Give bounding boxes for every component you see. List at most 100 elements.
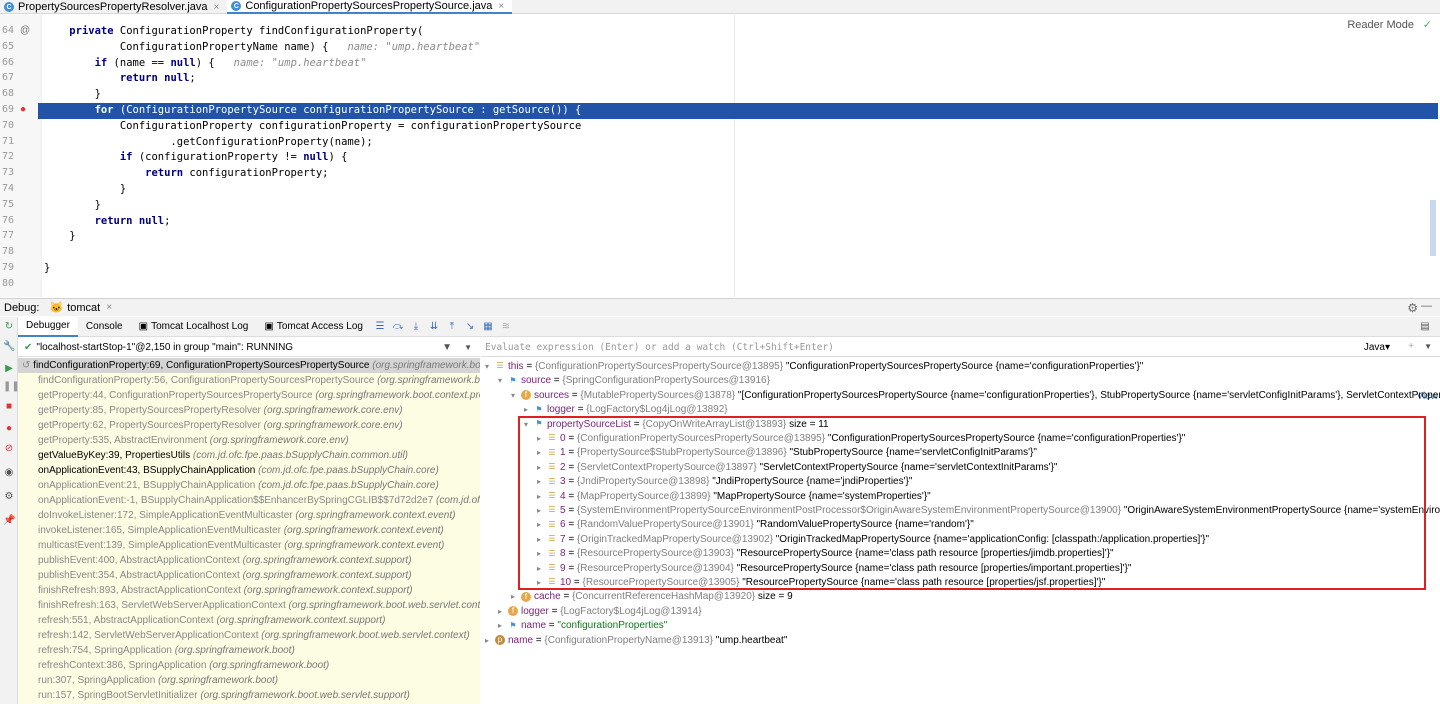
trace-icon[interactable]: ≋ (499, 320, 513, 334)
stack-frame[interactable]: getValueByKey:39, PropertiesUtils (com.j… (18, 448, 480, 463)
scrollbar-marker[interactable] (1430, 200, 1436, 256)
camera-icon[interactable]: ◉ (3, 467, 15, 479)
stack-frame[interactable]: run:307, SpringApplication (org.springfr… (18, 673, 480, 688)
stack-frame[interactable]: multicastEvent:139, SimpleApplicationEve… (18, 538, 480, 553)
add-watch-icon[interactable]: + (1408, 341, 1414, 352)
tab-tomcat-localhost-log[interactable]: ▣ Tomcat Localhost Log (131, 317, 257, 337)
variable-row[interactable]: ▾ f sources = {MutablePropertySources@1387… (511, 389, 1440, 403)
evaluate-expression-icon[interactable]: ▦ (481, 320, 495, 334)
filter-icon[interactable]: ▼ (442, 342, 452, 353)
pause-icon[interactable]: ❚❚ (3, 381, 20, 393)
stack-frame[interactable]: getProperty:85, PropertySourcesPropertyR… (18, 403, 480, 418)
tab-tomcat-access-log[interactable]: ▣ Tomcat Access Log (256, 317, 371, 337)
stack-frame[interactable]: onApplicationEvent:21, BSupplyChainAppli… (18, 478, 480, 493)
line-number: 73 (2, 167, 15, 179)
stack-frame[interactable]: findConfigurationProperty:56, Configurat… (18, 373, 480, 388)
line-number: 64 (2, 25, 15, 36)
file-tab-property-source[interactable]: C ConfigurationPropertySourcesPropertySo… (227, 0, 513, 14)
stack-frame[interactable]: getProperty:535, AbstractEnvironment (or… (18, 433, 480, 448)
tab-debugger[interactable]: Debugger (18, 316, 78, 337)
code-editor[interactable]: 64 65 66 67 68 69 70 71 72 73 74 75 76 77 78 79 80 @ ● for… (0, 15, 1440, 297)
stack-frame[interactable]: onApplicationEvent:43, BSupplyChainAppli… (18, 463, 480, 478)
close-icon[interactable]: × (498, 1, 504, 12)
run-to-cursor-icon[interactable]: ↘ (463, 320, 477, 334)
wrench-icon[interactable]: 🔧 (3, 341, 15, 353)
stack-frame[interactable]: refresh:551, AbstractApplicationContext … (18, 613, 480, 628)
chevron-right-icon[interactable]: ▸ (498, 619, 508, 633)
chevron-down-icon[interactable]: ▾ (511, 389, 521, 403)
stack-frame[interactable]: invokeListener:165, SimpleApplicationEve… (18, 523, 480, 538)
frame-package: (org.springframework.boot) (209, 660, 330, 671)
step-into-icon[interactable]: ⤓ (409, 320, 423, 334)
force-step-into-icon[interactable]: ⇊ (427, 320, 441, 334)
variable-row[interactable]: ▸ f cache = {ConcurrentReferenceHashMap@13… (511, 590, 793, 604)
stop-icon[interactable]: ■ (3, 401, 15, 413)
minimize-icon[interactable]: — (1421, 300, 1432, 312)
stack-frame[interactable]: refresh:142, ServletWebServerApplication… (18, 628, 480, 643)
variable-row[interactable]: ▾ ⚑ source = {SpringConfigurationPropertyS… (498, 374, 770, 388)
variable-row[interactable]: ▸ ⚑ name = "configurationProperties" (498, 619, 667, 633)
stack-frame[interactable]: getProperty:62, PropertySourcesPropertyR… (18, 418, 480, 433)
variable-name: this (508, 361, 524, 372)
frame-package: (org.springframework.boot. (377, 375, 480, 386)
variable-row[interactable]: ▾ ☰ this = {ConfigurationPropertySourcesPr… (485, 360, 1143, 374)
show-execution-point-icon[interactable]: ☰ (373, 320, 387, 334)
evaluate-bar[interactable]: Evaluate expression (Enter) or add a wat… (481, 339, 1440, 357)
frame-method: publishEvent:354, AbstractApplicationCon… (38, 570, 243, 581)
stack-frame[interactable]: ↺ findConfigurationProperty:69, Configur… (18, 358, 480, 373)
thread-selector[interactable]: ✔ "localhost-startStop-1"@2,150 in group… (18, 339, 480, 357)
settings-icon[interactable]: ⚙ (3, 491, 15, 503)
override-marker-icon[interactable]: @ (20, 25, 30, 36)
frame-method: run:157, SpringBootServletInitializer (38, 690, 201, 701)
chevron-down-icon[interactable]: ▼ (464, 343, 472, 352)
frame-method: invokeListener:165, SimpleApplicationEve… (38, 525, 284, 536)
breakpoint-icon[interactable]: ● (20, 104, 26, 115)
gear-icon[interactable]: ⚙ (1407, 301, 1418, 315)
mute-breakpoints-icon[interactable]: ⊘ (3, 443, 15, 455)
resume-icon[interactable]: ▶ (3, 363, 15, 375)
tab-console[interactable]: Console (78, 317, 131, 337)
step-out-icon[interactable]: ⤒ (445, 320, 459, 334)
chevron-right-icon[interactable]: ▸ (511, 590, 521, 604)
step-over-icon[interactable]: ⤼ (391, 320, 405, 334)
chevron-right-icon[interactable]: ▸ (498, 605, 508, 619)
stack-frame[interactable]: finishRefresh:893, AbstractApplicationCo… (18, 583, 480, 598)
frame-package: (org.springframework.context.event) (295, 510, 456, 521)
frame-package: (org.springframework.context.support) (243, 585, 413, 596)
chevron-down-icon[interactable]: ▾ (498, 374, 508, 388)
close-icon[interactable]: × (214, 2, 220, 13)
file-tab-property-resolver[interactable]: C PropertySourcesPropertyResolver.java × (0, 0, 227, 14)
view-breakpoints-icon[interactable]: ● (3, 423, 15, 435)
debug-session-tab[interactable]: 🐱 tomcat × (49, 301, 112, 315)
variable-row[interactable]: ▸ f logger = {LogFactory$Log4jLog@13914} (498, 605, 702, 619)
rerun-icon[interactable]: ↻ (3, 321, 15, 333)
frames-list[interactable]: ↺ findConfigurationProperty:69, Configur… (18, 358, 480, 704)
frame-method: getProperty:44, ConfigurationPropertySou… (38, 390, 316, 401)
variable-ref: {LogFactory$Log4jLog@13892} (586, 404, 728, 416)
chevron-right-icon[interactable]: ▸ (485, 634, 495, 648)
frame-package: (org.springframework.core.env) (263, 405, 403, 416)
stack-frame[interactable]: finishRefresh:163, ServletWebServerAppli… (18, 598, 480, 613)
pin-icon[interactable]: 📌 (3, 515, 15, 527)
stack-frame[interactable]: publishEvent:354, AbstractApplicationCon… (18, 568, 480, 583)
stack-frame[interactable]: getProperty:44, ConfigurationPropertySou… (18, 388, 480, 403)
editor-gutter[interactable]: 64 65 66 67 68 69 70 71 72 73 74 75 76 77 78 79 80 @ ● (0, 15, 42, 297)
close-icon[interactable]: × (106, 302, 112, 313)
frame-method: multicastEvent:139, SimpleApplicationEve… (38, 540, 285, 551)
stack-frame[interactable]: refresh:754, SpringApplication (org.spri… (18, 643, 480, 658)
language-select[interactable]: Java▾ (1364, 342, 1390, 353)
chevron-down-icon[interactable]: ▾ (485, 360, 495, 374)
chevron-down-icon[interactable]: ▼ (1424, 342, 1432, 351)
stack-frame[interactable]: doInvokeListener:172, SimpleApplicationE… (18, 508, 480, 523)
stack-frame[interactable]: refreshContext:386, SpringApplication (o… (18, 658, 480, 673)
right-margin-guide (734, 15, 735, 297)
reader-mode-toggle[interactable]: Reader Mode (1347, 19, 1414, 31)
stack-frame[interactable]: publishEvent:400, AbstractApplicationCon… (18, 553, 480, 568)
stack-frame[interactable]: onApplicationEvent:-1, BSupplyChainAppli… (18, 493, 480, 508)
variable-row[interactable]: ▸ p name = {ConfigurationPropertyName@1391… (485, 634, 787, 648)
frame-package: (org.springframework.context.support) (242, 570, 412, 581)
layout-icon[interactable]: ▤ (1418, 320, 1432, 334)
stack-frame[interactable]: run:157, SpringBootServletInitializer (o… (18, 688, 480, 703)
evaluate-expression-input[interactable]: Evaluate expression (Enter) or add a wat… (485, 342, 834, 353)
inspection-ok-icon[interactable]: ✓ (1423, 18, 1432, 31)
